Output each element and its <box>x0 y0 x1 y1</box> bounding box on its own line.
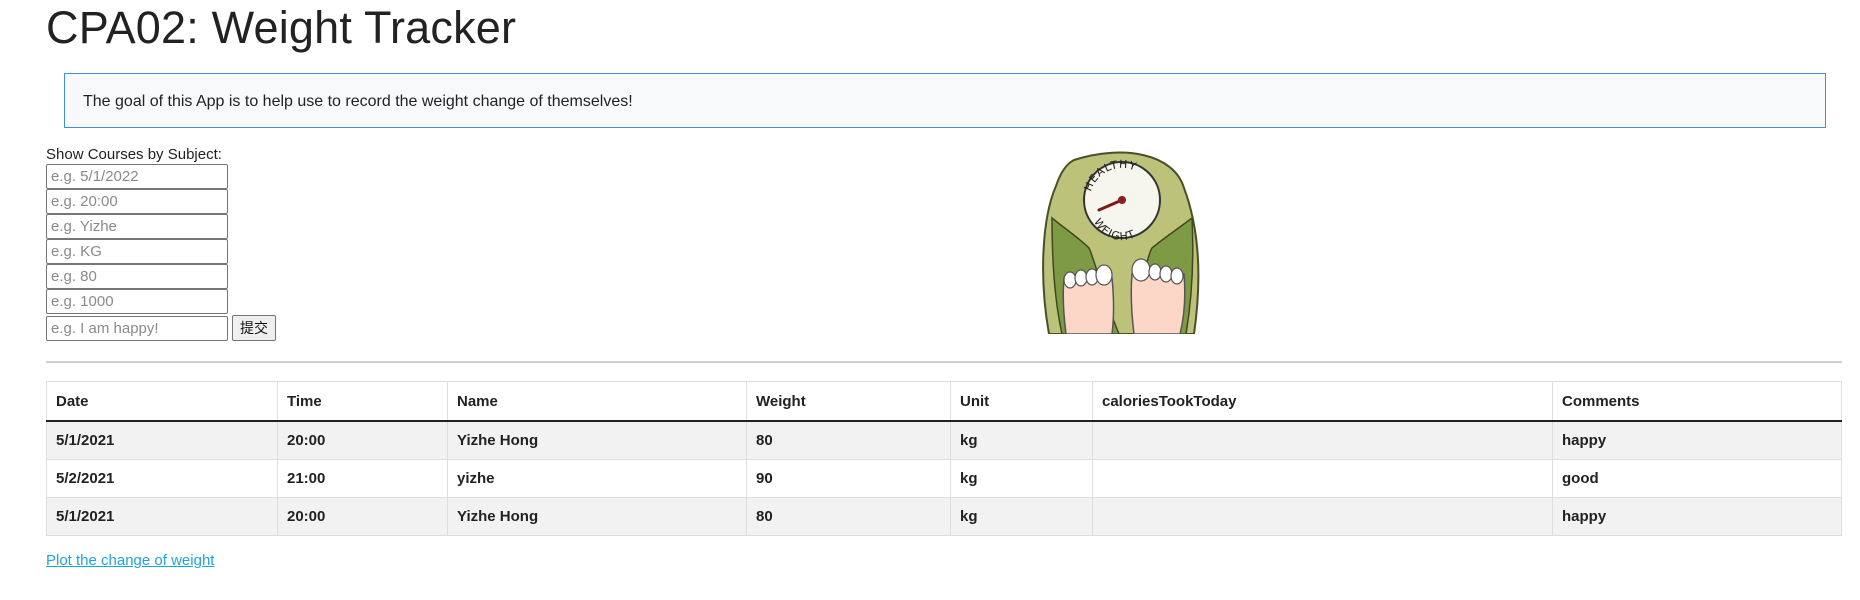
time-cell: 20:00 <box>277 420 448 460</box>
comments-cell: happy <box>1552 420 1842 460</box>
name-cell: yizhe <box>447 459 747 498</box>
calories-cell <box>1092 459 1553 498</box>
name-cell: Yizhe Hong <box>447 497 747 536</box>
comments-cell: good <box>1552 459 1842 498</box>
submit-button[interactable]: 提交 <box>232 315 276 341</box>
weight-entry-form: Show Courses by Subject: 提交 <box>46 146 276 341</box>
table-header-row: Date Time Name Weight Unit caloriesTookT… <box>46 381 1842 422</box>
weight-cell: 80 <box>746 420 951 460</box>
column-header: Name <box>447 381 747 422</box>
goal-banner: The goal of this App is to help use to r… <box>64 73 1826 128</box>
date-cell: 5/2/2021 <box>46 459 278 498</box>
time-input[interactable] <box>46 189 228 214</box>
column-header: Time <box>277 381 448 422</box>
section-divider <box>46 361 1842 363</box>
unit-cell: kg <box>950 497 1093 536</box>
calories-cell <box>1092 497 1553 536</box>
table-row: 5/2/2021 21:00 yizhe 90 kg good <box>46 459 1842 498</box>
calories-cell <box>1092 420 1553 460</box>
comments-input[interactable] <box>46 316 228 341</box>
comments-row: 提交 <box>46 315 276 341</box>
name-cell: Yizhe Hong <box>447 420 747 460</box>
form-label: Show Courses by Subject: <box>46 146 222 163</box>
column-header: Weight <box>746 381 951 422</box>
column-header: caloriesTookToday <box>1092 381 1553 422</box>
name-input[interactable] <box>46 214 228 239</box>
unit-cell: kg <box>950 420 1093 460</box>
entry-section: Show Courses by Subject: 提交 HEALTHY <box>46 146 1842 361</box>
unit-input[interactable] <box>46 239 228 264</box>
unit-cell: kg <box>950 459 1093 498</box>
table-row: 5/1/2021 20:00 Yizhe Hong 80 kg happy <box>46 497 1842 536</box>
page-title: CPA02: Weight Tracker <box>46 2 517 53</box>
weight-cell: 90 <box>746 459 951 498</box>
weight-entries-table: Date Time Name Weight Unit caloriesTookT… <box>46 381 1842 536</box>
time-cell: 20:00 <box>277 497 448 536</box>
calories-input[interactable] <box>46 289 228 314</box>
page-container: CPA02: Weight Tracker The goal of this A… <box>46 0 1842 570</box>
date-input[interactable] <box>46 164 228 189</box>
plot-weight-link[interactable]: Plot the change of weight <box>46 552 214 569</box>
date-cell: 5/1/2021 <box>46 497 278 536</box>
goal-text: The goal of this App is to help use to r… <box>83 93 633 110</box>
column-header: Unit <box>950 381 1093 422</box>
column-header: Date <box>46 381 278 422</box>
bathroom-scale-icon: HEALTHY WEIGHT <box>1042 151 1200 334</box>
column-header: Comments <box>1552 381 1842 422</box>
time-cell: 21:00 <box>277 459 448 498</box>
weight-input[interactable] <box>46 264 228 289</box>
comments-cell: happy <box>1552 497 1842 536</box>
date-cell: 5/1/2021 <box>46 420 278 460</box>
table-row: 5/1/2021 20:00 Yizhe Hong 80 kg happy <box>46 420 1842 460</box>
weight-cell: 80 <box>746 497 951 536</box>
